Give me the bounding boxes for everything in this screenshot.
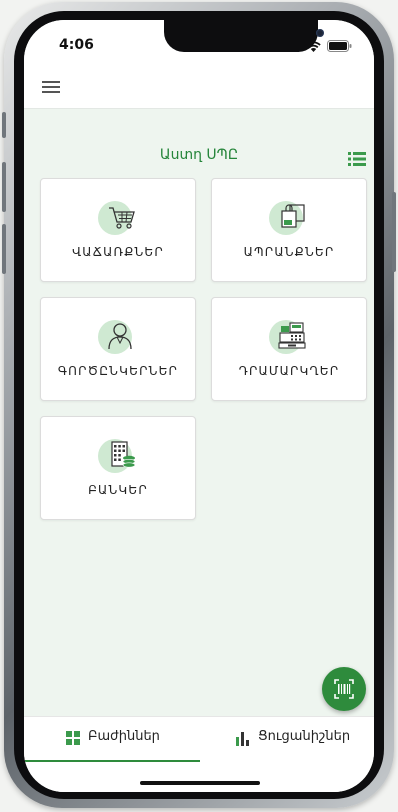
tab-sections-label: Բաժիններ: [88, 729, 160, 744]
tile-banks-icon-wrap: [98, 437, 140, 475]
tab-bar: Բաժիններ Ցուցանիշներ: [24, 716, 374, 792]
tile-sales-icon-wrap: [98, 199, 140, 237]
tile-products[interactable]: ԱՊՐԱՆՔՆԵՐ: [211, 178, 367, 282]
tile-products-label: ԱՊՐԱՆՔՆԵՐ: [243, 245, 335, 259]
barcode-scan-button[interactable]: [322, 667, 366, 711]
tile-partners-label: ԳՈՐԾԸՆԿԵՐՆԵՐ: [57, 364, 179, 378]
tile-cash-registers-label: ԴՐԱՄԱՐԿՂԵՐ: [238, 364, 340, 378]
grid-icon: [66, 731, 80, 745]
bar-chart-icon: [236, 732, 249, 746]
tile-cash-registers[interactable]: ԴՐԱՄԱՐԿՂԵՐ: [211, 297, 367, 401]
person-icon: [108, 323, 132, 350]
hamburger-menu-icon[interactable]: [42, 78, 62, 96]
app-header: [24, 68, 374, 109]
cash-register-icon: [278, 322, 306, 349]
tile-cash-registers-icon-wrap: [269, 318, 311, 356]
tile-sales[interactable]: ՎԱՃԱՌՔՆԵՐ: [40, 178, 196, 282]
home-indicator[interactable]: [140, 781, 260, 785]
mute-switch: [2, 112, 6, 138]
notch: [164, 20, 324, 52]
bank-icon: [111, 441, 136, 468]
tile-products-icon-wrap: [269, 199, 311, 237]
volume-up-button: [2, 162, 6, 212]
status-time: 4:06: [59, 37, 94, 53]
shopping-cart-icon: [109, 207, 135, 229]
front-camera: [316, 29, 324, 37]
app-screen: 4:06 Աստղ ՍՊԸ ՎԱՃԱՌՔՆԵՐ ԱՊՐԱՆՔՆԵՐ ԳՈՐԾԸՆ…: [24, 20, 374, 792]
tab-indicators-label: Ցուցանիշներ: [258, 729, 351, 744]
active-tab-indicator: [24, 760, 200, 762]
tile-banks[interactable]: ԲԱՆԿԵՐ: [40, 416, 196, 520]
power-button: [392, 192, 396, 272]
tile-banks-label: ԲԱՆԿԵՐ: [88, 483, 148, 497]
list-view-icon[interactable]: [348, 152, 366, 166]
product-box-icon: [281, 204, 305, 228]
tab-sections[interactable]: Բաժիններ: [24, 717, 200, 762]
battery-icon: [327, 40, 352, 52]
volume-down-button: [2, 224, 6, 274]
tab-indicators[interactable]: Ցուցանիշներ: [200, 717, 374, 761]
tile-partners[interactable]: ԳՈՐԾԸՆԿԵՐՆԵՐ: [40, 297, 196, 401]
tile-partners-icon-wrap: [98, 318, 140, 356]
tile-sales-label: ՎԱՃԱՌՔՆԵՐ: [72, 245, 164, 259]
company-title: Աստղ ՍՊԸ: [159, 147, 239, 163]
barcode-scan-icon: [334, 679, 354, 699]
